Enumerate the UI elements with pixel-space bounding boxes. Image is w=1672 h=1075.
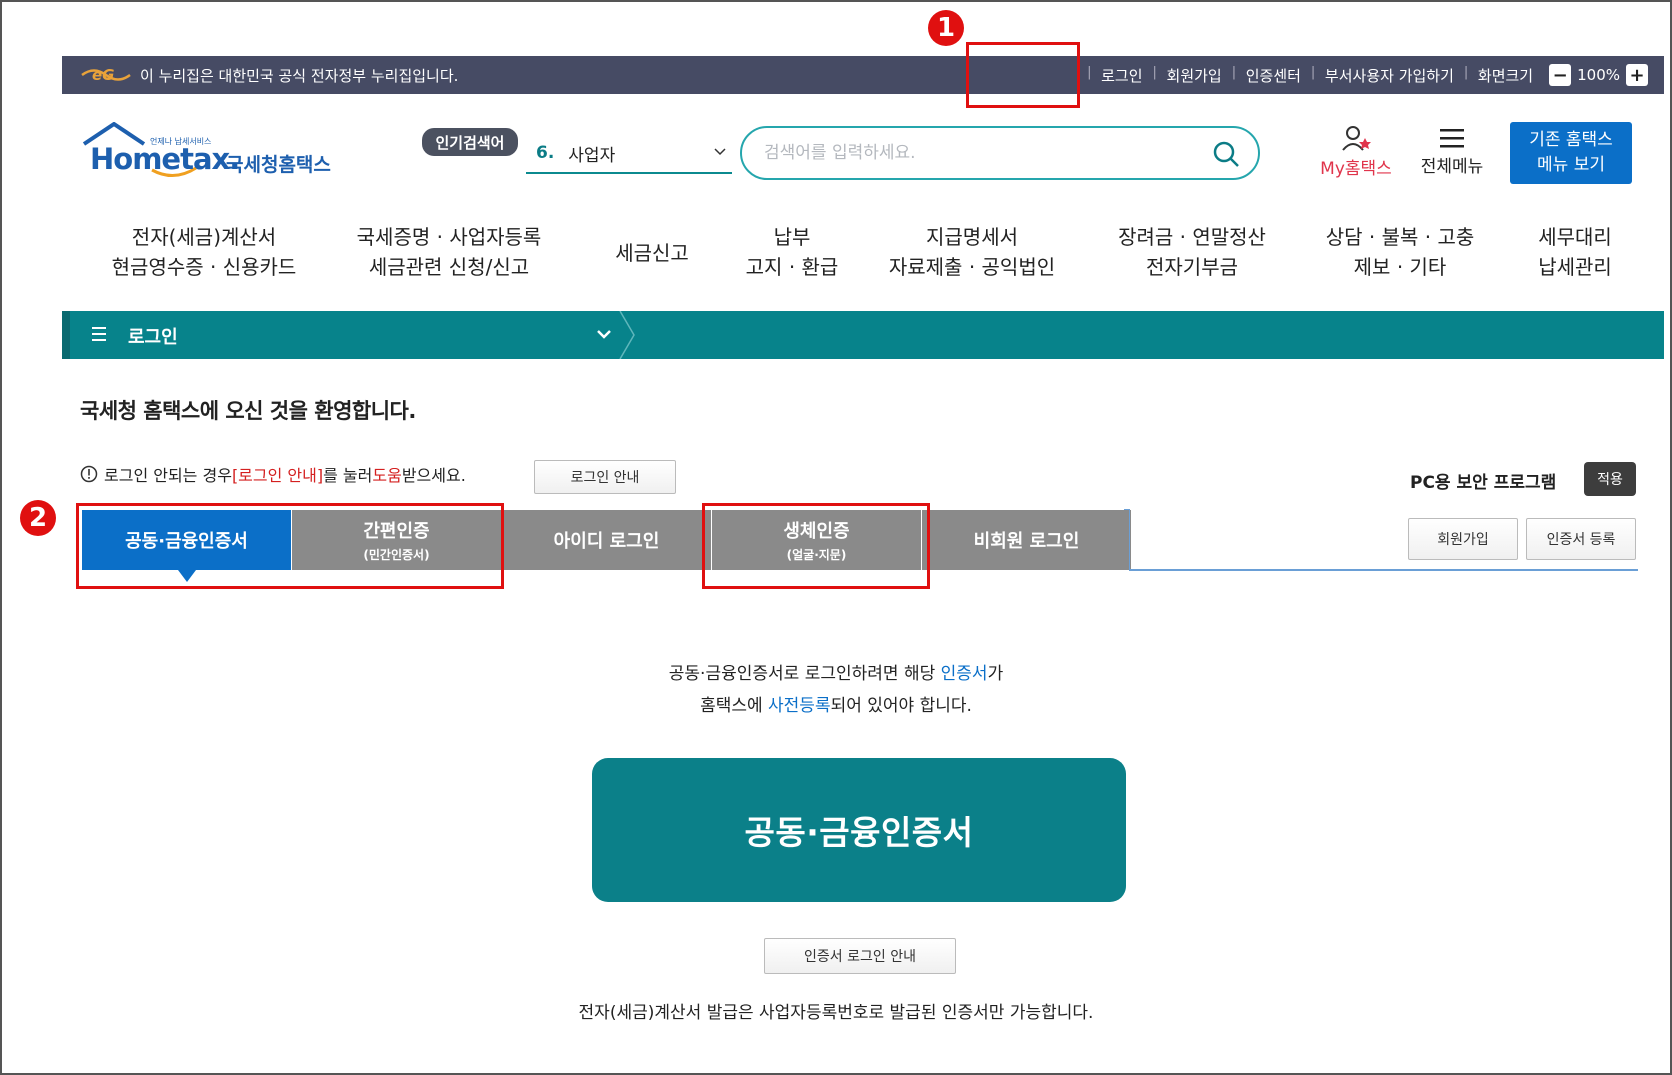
tab-label: 비회원 로그인 (973, 531, 1080, 552)
cert-login-guide-button[interactable]: 인증서 로그인 안내 (764, 938, 956, 974)
desc-text: 가 (987, 664, 1004, 684)
svg-text:eG: eG (92, 66, 115, 84)
nav-item-line2: 현금영수증 · 신용카드 (111, 255, 297, 279)
old-menu-line1: 기존 홈택스 (1529, 130, 1613, 150)
help-text-red: 도움 (372, 466, 402, 485)
pc-security-label: PC용 보안 프로그램 (1410, 473, 1557, 493)
popular-search-badge: 인기검색어 (422, 128, 518, 156)
old-menu-line2: 메뉴 보기 (1537, 155, 1605, 175)
highlight-simple-auth (76, 503, 504, 589)
nav-item-line2: 고지 · 환급 (745, 255, 839, 279)
nav-item-incentive[interactable]: 장려금 · 연말정산전자기부금 (1102, 222, 1282, 282)
nav-item-line2: 자료제출 · 공익법인 (888, 255, 1056, 279)
desc-highlight: 인증서 (940, 664, 988, 684)
gov-banner: eG 이 누리집은 대한민국 공식 전자정부 누리집입니다. 로그인 회원가입 … (62, 56, 1664, 94)
welcome-heading: 국세청 홈택스에 오신 것을 환영합니다. (80, 399, 416, 423)
popular-term: 사업자 (568, 145, 616, 166)
help-link[interactable]: [로그인 안내] (232, 462, 323, 486)
desc-highlight: 사전등록 (768, 696, 831, 716)
cert-register-button[interactable]: 인증서 등록 (1526, 518, 1636, 560)
location-bar: 로그인 (62, 311, 1664, 359)
popular-rank: 6. (536, 143, 555, 163)
desc-text: 공동·금융인증서로 로그인하려면 해당 (668, 664, 941, 684)
cert-description-line1: 공동·금융인증서로 로그인하려면 해당 인증서가 (0, 658, 1672, 690)
tab-underline (1130, 569, 1638, 571)
nav-item-line1: 전자(세금)계산서 (131, 225, 277, 249)
highlight-biometric (702, 503, 930, 589)
nav-item-line2: 납세관리 (1538, 255, 1612, 279)
screen-size-label: 화면크기 (1464, 65, 1545, 86)
search-box (740, 126, 1260, 180)
all-menu-label: 전체메뉴 (1420, 157, 1484, 177)
chevron-down-icon (714, 148, 726, 156)
menu-lines-icon (92, 327, 106, 341)
nav-item-certificate[interactable]: 국세증명 · 사업자등록세금관련 신청/신고 (350, 222, 548, 282)
nav-item-payment-statement[interactable]: 지급명세서자료제출 · 공익법인 (882, 222, 1062, 282)
user-icon (1342, 126, 1371, 151)
hamburger-icon (1440, 129, 1464, 148)
nav-item-line2: 세금관련 신청/신고 (368, 255, 530, 279)
nav-item-line1: 장려금 · 연말정산 (1118, 225, 1266, 249)
nav-item-line2: 제보 · 기타 (1353, 255, 1447, 279)
tab-label: 아이디 로그인 (553, 531, 660, 552)
nav-item-line1: 국세증명 · 사업자등록 (356, 225, 542, 249)
logo-wordmark: Hometax. (90, 142, 240, 176)
hometax-logo[interactable]: 언제나 납세서비스 Hometax. 국세청홈택스 (82, 121, 352, 186)
nav-item-line1: 세무대리 (1538, 225, 1612, 249)
help-text-3: 받으세요. (401, 466, 466, 485)
cert-description-line2: 홈택스에 사전등록되어 있어야 합니다. (0, 690, 1672, 722)
desc-text: 홈택스에 (700, 696, 769, 716)
nav-item-tax-report[interactable]: 세금신고 (600, 238, 704, 268)
desc-text: 되어 있어야 합니다. (830, 696, 972, 716)
main-nav: 전자(세금)계산서현금영수증 · 신용카드 국세증명 · 사업자등록세금관련 신… (62, 222, 1664, 292)
nav-item-line2: 전자기부금 (1146, 255, 1238, 279)
cert-center-link[interactable]: 인증센터 (1232, 65, 1313, 86)
search-icon[interactable] (1212, 140, 1240, 168)
joint-certificate-login-button[interactable]: 공동·금융인증서 (592, 758, 1126, 902)
util-links: 로그인 회원가입 인증센터 부서사용자 가입하기 화면크기 − 100% + (1087, 56, 1652, 94)
breadcrumb-separator-icon (619, 311, 635, 359)
zoom-value: 100% (1577, 66, 1620, 84)
login-guide-button[interactable]: 로그인 안내 (534, 460, 676, 494)
nav-item-line1: 상담 · 불복 · 고충 (1325, 225, 1475, 249)
all-menu-button[interactable]: 전체메뉴 (1410, 126, 1494, 186)
einvoice-footnote: 전자(세금)계산서 발급은 사업자등록번호로 발급된 인증서만 가능합니다. (578, 1003, 1094, 1023)
my-hometax-button[interactable]: My홈택스 (1310, 124, 1402, 184)
logo-korean: 국세청홈택스 (226, 154, 331, 176)
nav-item-tax-agent[interactable]: 세무대리납세관리 (1520, 222, 1630, 282)
help-text-2: 를 눌러 (323, 466, 373, 485)
old-menu-button[interactable]: 기존 홈택스 메뉴 보기 (1510, 122, 1632, 184)
tab-id-login[interactable]: 아이디 로그인 (502, 510, 712, 570)
nav-item-line1: 납부 (773, 225, 811, 249)
nav-item-line1: 지급명세서 (926, 225, 1018, 249)
chevron-down-icon[interactable] (596, 329, 612, 341)
login-link[interactable]: 로그인 (1087, 65, 1154, 86)
callout-1-badge: 1 (928, 10, 964, 46)
popular-search-select[interactable]: 6. 사업자 (526, 134, 732, 174)
join-button[interactable]: 회원가입 (1408, 518, 1518, 560)
tab-non-member[interactable]: 비회원 로그인 (922, 510, 1132, 570)
zoom-in-button[interactable]: + (1626, 64, 1648, 86)
gov-banner-text: 이 누리집은 대한민국 공식 전자정부 누리집입니다. (140, 67, 459, 85)
nav-item-payment[interactable]: 납부고지 · 환급 (732, 222, 852, 282)
callout-2-badge: 2 (20, 500, 56, 536)
location-label: 로그인 (128, 327, 178, 348)
nav-item-consulting[interactable]: 상담 · 불복 · 고충제보 · 기타 (1310, 222, 1490, 282)
nav-item-einvoice[interactable]: 전자(세금)계산서현금영수증 · 신용카드 (106, 222, 302, 282)
egov-logo-icon: eG (81, 66, 131, 84)
tab-border (1124, 509, 1130, 571)
my-hometax-label: My홈택스 (1320, 159, 1392, 179)
info-icon (80, 465, 98, 483)
zoom-out-button[interactable]: − (1549, 64, 1572, 86)
highlight-login-link (966, 42, 1080, 108)
dept-signup-link[interactable]: 부서사용자 가입하기 (1311, 65, 1466, 86)
search-input[interactable] (764, 138, 1194, 168)
nav-item-line1: 세금신고 (615, 241, 689, 265)
signup-link[interactable]: 회원가입 (1153, 65, 1234, 86)
security-apply-button[interactable]: 적용 (1584, 462, 1636, 496)
help-text-1: 로그인 안되는 경우 (104, 466, 232, 485)
login-help-text: 로그인 안되는 경우 [로그인 안내] 를 눌러 도움 받으세요. (80, 462, 466, 486)
cert-description: 공동·금융인증서로 로그인하려면 해당 인증서가 홈택스에 사전등록되어 있어야… (0, 658, 1672, 722)
